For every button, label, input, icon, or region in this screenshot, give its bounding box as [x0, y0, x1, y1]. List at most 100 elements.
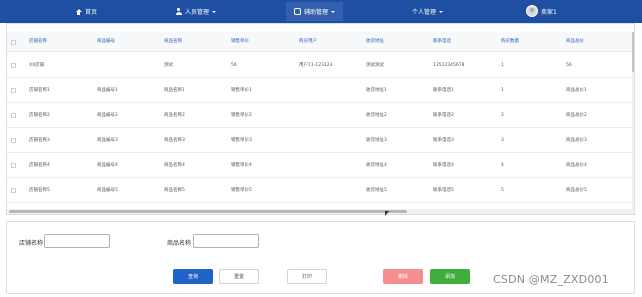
table-cell: 销售单价4: [231, 163, 252, 168]
table-cell: 13512345678: [433, 63, 465, 68]
table-cell: 商品总价4: [566, 163, 587, 168]
table-header-row: 店铺名称 商品编号 商品名称 销售单价 购买用户 收货地址 联系电话 购买数量 商品总价: [7, 32, 634, 52]
table-row[interactable]: 店铺名称4 商品编号4 商品名称4 销售单价4 收货地址4 联系电话4 4 商品总价4: [7, 153, 634, 178]
table-row[interactable]: 店铺名称5 商品编号5 商品名称5 销售单价5 收货地址5 联系电话5 5 商品总价5: [7, 178, 634, 203]
app-page: 首页 人员管理 辅助管理 个人管理 卖家1 店铺名称 商品编号 商品名称 销售单价 购买…: [0, 0, 642, 297]
column-header[interactable]: 购买用户: [299, 32, 317, 52]
nav-item-label: 个人管理: [412, 9, 437, 16]
column-header[interactable]: 商品总价: [566, 32, 584, 52]
table-cell: 联系电话2: [433, 113, 454, 118]
table-cell: XX店铺: [29, 63, 45, 68]
nav-item-auxiliary[interactable]: 辅助管理: [286, 2, 344, 21]
table-row[interactable]: XX店铺 测试 56 用户11-123123 测试测试 13512345678 1 56: [7, 53, 634, 78]
row-checkbox[interactable]: [11, 163, 16, 168]
table-cell: 收货地址2: [366, 113, 387, 118]
table-cell: 商品编号1: [97, 88, 118, 93]
delete-button[interactable]: 删除: [383, 269, 423, 284]
user-name[interactable]: 卖家1: [541, 0, 557, 23]
row-checkbox[interactable]: [11, 88, 16, 93]
nav-item-personal[interactable]: 个人管理: [412, 0, 444, 23]
row-checkbox[interactable]: [11, 138, 16, 143]
table-cell: 销售单价1: [231, 88, 252, 93]
table-cell: 56: [566, 63, 572, 68]
select-all-checkbox[interactable]: [11, 40, 16, 45]
chat-icon: [294, 8, 301, 15]
table-cell: 店铺名称1: [29, 88, 50, 93]
table-row[interactable]: 店铺名称3 商品编号3 商品名称3 销售单价3 收货地址3 联系电话3 3 商品总价3: [7, 128, 634, 153]
table-cell: 商品名称3: [164, 138, 185, 143]
column-header[interactable]: 商品名称: [164, 32, 182, 52]
table-cell: 收货地址1: [366, 88, 387, 93]
horizontal-scrollbar[interactable]: [7, 209, 634, 214]
table-cell: 联系电话1: [433, 88, 454, 93]
table-cell: 商品编号3: [97, 138, 118, 143]
mouse-cursor-icon: [385, 211, 389, 216]
chevron-down-icon: [331, 10, 336, 13]
table-cell: 店铺名称3: [29, 138, 50, 143]
column-header[interactable]: 购买数量: [501, 32, 519, 52]
table-cell: 商品名称5: [164, 188, 185, 193]
shop-name-input[interactable]: [44, 234, 110, 248]
table-cell: 测试: [164, 63, 173, 68]
chevron-down-icon: [212, 10, 217, 13]
table-cell: 商品编号2: [97, 113, 118, 118]
table-cell: 商品名称1: [164, 88, 185, 93]
reset-button[interactable]: 重置: [219, 269, 259, 284]
column-header[interactable]: 联系电话: [433, 32, 451, 52]
user-icon: [175, 8, 182, 15]
column-header[interactable]: 销售单价: [231, 32, 249, 52]
table-row[interactable]: 店铺名称1 商品编号1 商品名称1 销售单价1 收货地址1 联系电话1 1 商品总价1: [7, 78, 634, 103]
table-cell: 商品总价1: [566, 88, 587, 93]
table-cell: 联系电话4: [433, 163, 454, 168]
table-cell: 1: [501, 88, 504, 93]
column-header[interactable]: 店铺名称: [29, 32, 47, 52]
horizontal-scrollbar-thumb[interactable]: [9, 210, 407, 213]
watermark-text: CSDN @MZ_ZXD001: [493, 273, 609, 286]
vertical-scrollbar-thumb[interactable]: [632, 32, 634, 72]
table-cell: 测试测试: [366, 63, 384, 68]
table-cell: 收货地址5: [366, 188, 387, 193]
table-cell: 3: [501, 138, 504, 143]
column-header[interactable]: 商品编号: [97, 32, 115, 52]
data-table: 店铺名称 商品编号 商品名称 销售单价 购买用户 收货地址 联系电话 购买数量 商品总价 XX店…: [6, 23, 635, 215]
column-header[interactable]: 收货地址: [366, 32, 384, 52]
row-checkbox[interactable]: [11, 188, 16, 193]
table-cell: 商品总价3: [566, 138, 587, 143]
table-cell: 商品编号5: [97, 188, 118, 193]
home-icon: [75, 8, 82, 15]
table-cell: 56: [231, 63, 237, 68]
table-cell: 商品名称4: [164, 163, 185, 168]
table-cell: 销售单价3: [231, 138, 252, 143]
table-cell: 联系电话5: [433, 188, 454, 193]
shop-name-label: 店铺名称: [19, 240, 44, 247]
add-button[interactable]: 添加: [430, 269, 470, 284]
nav-item-label: 人员管理: [185, 9, 210, 16]
table-row[interactable]: 店铺名称2 商品编号2 商品名称2 销售单价2 收货地址2 联系电话2 2 商品总价2: [7, 103, 634, 128]
table-cell: 商品总价2: [566, 113, 587, 118]
search-button[interactable]: 查询: [173, 269, 213, 284]
nav-item-personnel[interactable]: 人员管理: [175, 0, 217, 23]
top-nav-bar: 首页 人员管理 辅助管理 个人管理 卖家1: [0, 0, 642, 23]
nav-item-home[interactable]: 首页: [75, 0, 97, 23]
table-cell: 店铺名称2: [29, 113, 50, 118]
table-cell: 用户11-123123: [299, 63, 333, 68]
product-name-input[interactable]: [193, 234, 259, 248]
row-checkbox[interactable]: [11, 113, 16, 118]
table-cell: 2: [501, 113, 504, 118]
avatar[interactable]: [526, 5, 538, 17]
table-cell: 收货地址4: [366, 163, 387, 168]
vertical-scrollbar[interactable]: [632, 32, 634, 209]
table-cell: 销售单价5: [231, 188, 252, 193]
table-cell: 商品名称2: [164, 113, 185, 118]
table-cell: 店铺名称4: [29, 163, 50, 168]
product-name-label: 商品名称: [167, 240, 192, 247]
table-cell: 收货地址3: [366, 138, 387, 143]
row-checkbox[interactable]: [11, 63, 16, 68]
print-button[interactable]: 打印: [287, 269, 327, 284]
table-cell: 1: [501, 63, 504, 68]
chevron-down-icon: [439, 10, 444, 13]
table-cell: 4: [501, 163, 504, 168]
table-cell: 商品编号4: [97, 163, 118, 168]
table-cell: 5: [501, 188, 504, 193]
nav-item-label: 首页: [85, 9, 98, 16]
